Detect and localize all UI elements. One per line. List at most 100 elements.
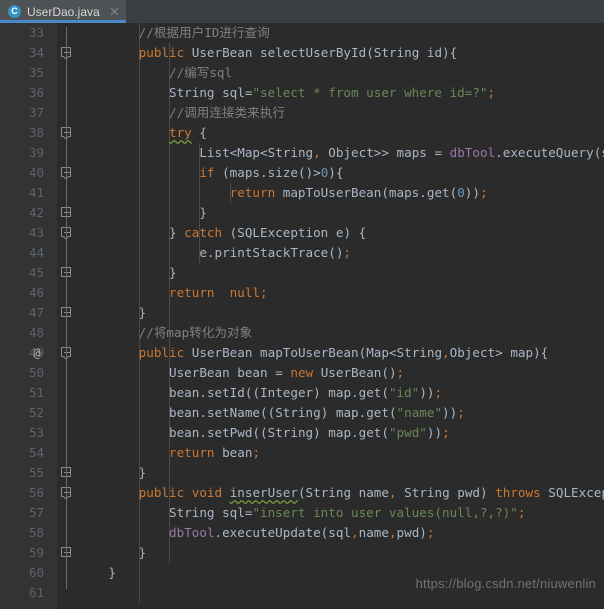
line-number: 55 — [28, 465, 44, 480]
code-text: //将map转化为对象 — [138, 325, 253, 340]
code-text: } — [78, 465, 147, 480]
code-line[interactable]: 40 if (maps.size()>0){ — [0, 163, 604, 183]
editor-tab-bar: C UserDao.java — [0, 0, 604, 23]
line-number: 59 — [28, 545, 44, 560]
code-line[interactable]: 44 e.printStackTrace(); — [0, 243, 604, 263]
line-number: 34 — [28, 45, 44, 60]
code-text: } — [78, 205, 207, 220]
code-text: UserBean bean = new UserBean(); — [169, 365, 405, 380]
line-number: 51 — [28, 385, 44, 400]
code-text: try { — [169, 125, 207, 140]
code-editor[interactable]: 33 //根据用户ID进行查询 34 public UserBean select… — [0, 23, 604, 609]
code-line[interactable]: 53 bean.setPwd((String) map.get("pwd")); — [0, 423, 604, 443]
fold-region-line — [65, 27, 67, 589]
code-line[interactable]: 35 //编写sql — [0, 63, 604, 83]
code-line[interactable]: 36 String sql="select * from user where … — [0, 83, 604, 103]
code-text: return null; — [169, 285, 268, 300]
line-number: 36 — [28, 85, 44, 100]
code-text: public UserBean selectUserById(String id… — [138, 45, 458, 60]
fold-end-icon[interactable] — [61, 467, 73, 479]
code-text: String sql="select * from user where id=… — [169, 85, 496, 100]
code-text: e.printStackTrace(); — [199, 245, 352, 260]
line-number: 46 — [28, 285, 44, 300]
fold-end-icon[interactable] — [61, 307, 73, 319]
code-line[interactable]: 46 return null; — [0, 283, 604, 303]
line-number: 57 — [28, 505, 44, 520]
code-text: //编写sql — [169, 65, 233, 80]
line-number: 48 — [28, 325, 44, 340]
fold-end-icon[interactable] — [61, 547, 73, 559]
editor-tab-userdao-java[interactable]: C UserDao.java — [0, 0, 126, 23]
code-text: } — [78, 565, 116, 580]
code-line[interactable]: 54 return bean; — [0, 443, 604, 463]
line-number: 58 — [28, 525, 44, 540]
code-line[interactable]: 34 public UserBean selectUserById(String… — [0, 43, 604, 63]
line-number: 43 — [28, 225, 44, 240]
line-number: 39 — [28, 145, 44, 160]
line-number: 41 — [28, 185, 44, 200]
fold-collapse-icon[interactable] — [61, 127, 73, 139]
code-line[interactable]: 42 } — [0, 203, 604, 223]
line-number: 50 — [28, 365, 44, 380]
code-text: bean.setName((String) map.get("name")); — [169, 405, 465, 420]
code-line[interactable]: 58 dbTool.executeUpdate(sql,name,pwd); — [0, 523, 604, 543]
line-number: 52 — [28, 405, 44, 420]
line-number: 37 — [28, 105, 44, 120]
watermark-text: https://blog.csdn.net/niuwenlin — [415, 576, 596, 591]
fold-collapse-icon[interactable] — [61, 167, 73, 179]
line-number: 44 — [28, 245, 44, 260]
line-number: 38 — [28, 125, 44, 140]
code-line[interactable]: 38 try { — [0, 123, 604, 143]
code-line[interactable]: 51 bean.setId((Integer) map.get("id")); — [0, 383, 604, 403]
code-line[interactable]: 55 } — [0, 463, 604, 483]
code-text: //调用连接类来执行 — [169, 105, 285, 120]
code-text: String sql="insert into user values(null… — [169, 505, 526, 520]
fold-end-icon[interactable] — [61, 267, 73, 279]
code-line[interactable]: 33 //根据用户ID进行查询 — [0, 23, 604, 43]
fold-collapse-icon[interactable] — [61, 47, 73, 59]
code-text: public UserBean mapToUserBean(Map<String… — [138, 345, 549, 360]
code-line[interactable]: 41 return mapToUserBean(maps.get(0)); — [0, 183, 604, 203]
line-number: 35 — [28, 65, 44, 80]
code-text: bean.setPwd((String) map.get("pwd")); — [169, 425, 450, 440]
line-number: 42 — [28, 205, 44, 220]
code-text: //根据用户ID进行查询 — [138, 25, 270, 40]
code-line[interactable]: 57 String sql="insert into user values(n… — [0, 503, 604, 523]
code-text: bean.setId((Integer) map.get("id")); — [169, 385, 443, 400]
fold-collapse-icon[interactable] — [61, 227, 73, 239]
code-line[interactable]: 43 } catch (SQLException e) { — [0, 223, 604, 243]
line-number: 54 — [28, 445, 44, 460]
code-text: } — [78, 545, 147, 560]
line-number: 33 — [28, 25, 44, 40]
fold-collapse-icon[interactable] — [61, 347, 73, 359]
annotation-gutter-icon[interactable]: @ — [30, 343, 44, 363]
line-number: 61 — [28, 585, 44, 600]
code-line[interactable]: 50 UserBean bean = new UserBean(); — [0, 363, 604, 383]
line-number: 40 — [28, 165, 44, 180]
line-number: 45 — [28, 265, 44, 280]
editor-tab-label: UserDao.java — [27, 4, 100, 19]
line-number: 53 — [28, 425, 44, 440]
code-text: } — [78, 305, 147, 320]
code-line[interactable]: 49 @ public UserBean mapToUserBean(Map<St… — [0, 343, 604, 363]
code-text: List<Map<String, Object>> maps = dbTool.… — [199, 145, 604, 160]
code-line[interactable]: 59 } — [0, 543, 604, 563]
code-line[interactable]: 39 List<Map<String, Object>> maps = dbTo… — [0, 143, 604, 163]
code-line[interactable]: 37 //调用连接类来执行 — [0, 103, 604, 123]
fold-end-icon[interactable] — [61, 207, 73, 219]
close-icon[interactable] — [109, 6, 120, 17]
code-line[interactable]: 48 //将map转化为对象 — [0, 323, 604, 343]
code-line[interactable]: 56 public void inserUser(String name, St… — [0, 483, 604, 503]
java-class-icon: C — [8, 5, 21, 18]
fold-collapse-icon[interactable] — [61, 487, 73, 499]
ide-editor-window: C UserDao.java 33 //根据用户ID进行查询 34 public … — [0, 0, 604, 609]
code-line[interactable]: 47 } — [0, 303, 604, 323]
code-line[interactable]: 45 } — [0, 263, 604, 283]
code-text: } catch (SQLException e) { — [78, 225, 367, 240]
code-text: return mapToUserBean(maps.get(0)); — [229, 185, 488, 200]
line-number: 60 — [28, 565, 44, 580]
code-line[interactable]: 52 bean.setName((String) map.get("name")… — [0, 403, 604, 423]
code-text: dbTool.executeUpdate(sql,name,pwd); — [169, 525, 435, 540]
code-text: public void inserUser(String name, Strin… — [138, 485, 604, 500]
line-number: 47 — [28, 305, 44, 320]
